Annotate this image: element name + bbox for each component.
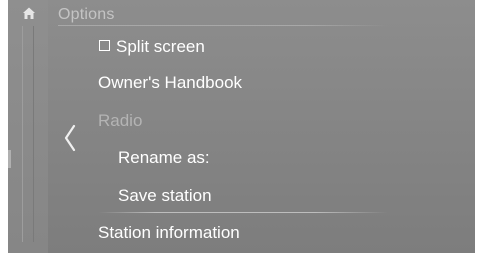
menu-divider [98, 212, 388, 213]
split-screen-label: Split screen [116, 37, 205, 56]
options-screen: Options Split screen Owner's Handbook Ra… [8, 0, 475, 253]
left-sidebar [8, 0, 48, 253]
chevron-left-icon[interactable] [63, 124, 77, 152]
sidebar-rail [22, 26, 34, 242]
radio-section-heading: Radio [98, 111, 143, 130]
sidebar-edge-marker [8, 150, 11, 168]
owners-handbook-item[interactable]: Owner's Handbook [98, 73, 242, 93]
page-title: Options [58, 6, 115, 23]
save-station-item[interactable]: Save station [118, 186, 212, 206]
station-information-item[interactable]: Station information [98, 223, 240, 243]
split-screen-toggle[interactable]: Split screen [99, 37, 205, 57]
rename-as-item[interactable]: Rename as: [118, 148, 210, 168]
home-icon[interactable] [22, 6, 36, 20]
split-screen-checkbox[interactable] [99, 40, 110, 51]
title-divider [58, 25, 388, 26]
